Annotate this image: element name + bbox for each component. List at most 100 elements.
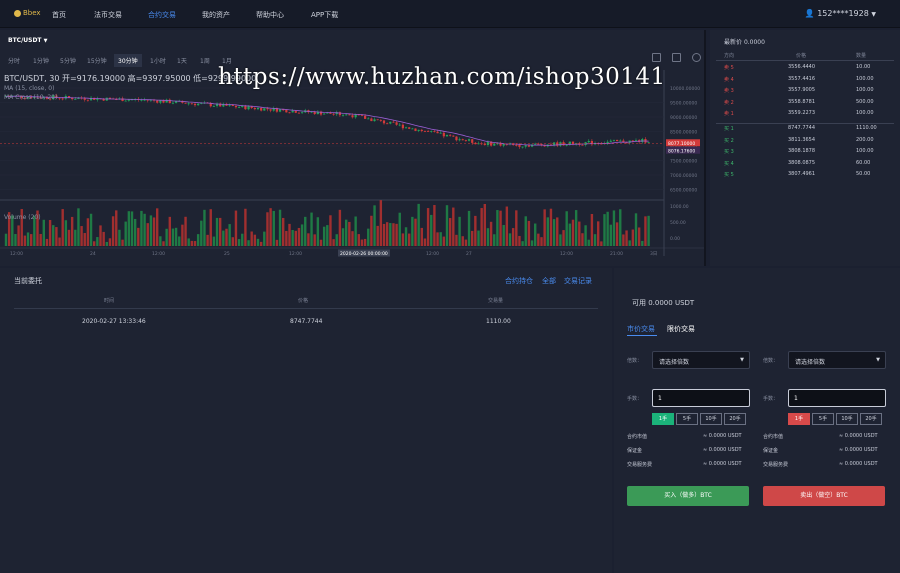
nav-item-home[interactable]: 首页	[52, 10, 66, 20]
candle	[83, 98, 86, 100]
sell-lot-1[interactable]: 1手	[788, 413, 810, 425]
chart-type-icon[interactable]	[672, 53, 681, 62]
timeframe-1d[interactable]: 1天	[177, 56, 187, 65]
bid-row[interactable]: 买 3 3808.1878 100.00	[710, 146, 900, 157]
link-all[interactable]: 全部	[542, 276, 556, 286]
link-trade-history[interactable]: 交易记录	[564, 276, 592, 286]
buy-long-button[interactable]: 买入（做多）BTC	[627, 486, 749, 506]
time-axis-label: 27	[466, 251, 472, 257]
bid-row[interactable]: 买 1 8747.7744 1110.00	[710, 123, 900, 134]
bid-row[interactable]: 买 2 3811.3654 200.00	[710, 135, 900, 146]
volume-bar	[423, 238, 427, 246]
volume-bar	[316, 217, 320, 246]
candle	[439, 132, 442, 134]
buy-multiple-select[interactable]: 请选择倍数 ▼	[652, 351, 750, 369]
volume-bar	[89, 213, 93, 246]
bid-row[interactable]: 买 5 3807.4961 50.00	[710, 169, 900, 180]
nav-item-help-center[interactable]: 帮助中心	[256, 10, 284, 20]
user-icon: 👤	[804, 9, 815, 18]
sell-lot-10[interactable]: 10手	[836, 413, 858, 425]
sell-short-button[interactable]: 卖出（做空）BTC	[763, 486, 885, 506]
volume-bar	[326, 225, 329, 246]
sell-multiple-select[interactable]: 请选择倍数 ▼	[788, 351, 886, 369]
volume-bar	[165, 228, 168, 246]
candle	[430, 131, 433, 132]
buy-margin-label: 保证金	[627, 448, 643, 454]
ask-row[interactable]: 卖 5 3556.4440 10.00	[710, 62, 900, 73]
candle	[411, 128, 414, 130]
timeframe-1m[interactable]: 1分钟	[33, 56, 49, 65]
ask-row[interactable]: 卖 1 3559.2273 100.00	[710, 108, 900, 119]
volume-bar	[266, 212, 269, 246]
buy-lot-10[interactable]: 10手	[700, 413, 722, 425]
volume-bar	[244, 208, 247, 246]
volume-bar	[619, 209, 622, 246]
sell-lot-5[interactable]: 5手	[812, 413, 834, 425]
volume-bar	[370, 215, 373, 246]
nav-item-contract-trade[interactable]: 合约交易	[148, 10, 176, 20]
buy-qty-input[interactable]: 1	[652, 389, 750, 407]
candle	[253, 107, 256, 110]
volume-bar	[530, 240, 534, 246]
logo[interactable]: Bbex	[14, 9, 41, 17]
candle	[379, 119, 382, 121]
volume-bar	[382, 223, 386, 246]
volume-bar	[234, 210, 238, 246]
timeframe-line[interactable]: 分时	[8, 56, 20, 65]
volume-bar	[483, 203, 486, 246]
sell-qty-input[interactable]: 1	[788, 389, 886, 407]
settings-gear-icon[interactable]	[692, 53, 701, 62]
buy-lot-5[interactable]: 5手	[676, 413, 698, 425]
ask-row[interactable]: 卖 3 3557.9005 100.00	[710, 85, 900, 96]
volume-bar	[480, 208, 483, 246]
volume-bar	[77, 208, 80, 246]
volume-bar	[86, 218, 90, 246]
buy-lot-20[interactable]: 20手	[724, 413, 746, 425]
volume-bar	[524, 216, 527, 246]
tab-limit-order[interactable]: 限价交易	[667, 324, 695, 334]
volume-bar	[458, 216, 461, 246]
nav-item-fiat-trade[interactable]: 法币交易	[94, 10, 122, 20]
ask-price: 3557.4416	[788, 75, 816, 82]
volume-bar	[357, 234, 360, 246]
bid-price: 3808.0875	[788, 159, 816, 166]
candle	[61, 98, 64, 100]
volume-bar	[335, 234, 338, 246]
timeframe-5m[interactable]: 5分钟	[60, 56, 76, 65]
ask-row[interactable]: 卖 2 3558.8781 500.00	[710, 97, 900, 108]
buy-lot-1[interactable]: 1手	[652, 413, 674, 425]
legend-ma-cross: MA Cross (10, 20)	[4, 94, 58, 101]
candle	[360, 115, 364, 117]
time-axis-label: 12:00	[289, 251, 302, 257]
timeframe-1h[interactable]: 1小时	[150, 56, 166, 65]
orders-header-price: 价格	[298, 298, 309, 304]
volume-bar	[124, 221, 127, 246]
link-positions[interactable]: 合约持仓	[505, 276, 533, 286]
candle	[364, 115, 367, 119]
volume-bar	[70, 216, 74, 246]
candle	[162, 100, 165, 103]
candle	[420, 129, 423, 131]
ask-qty: 10.00	[856, 64, 871, 70]
sell-lot-20[interactable]: 20手	[860, 413, 882, 425]
volume-bar	[288, 223, 291, 246]
timeframe-15m[interactable]: 15分钟	[87, 56, 107, 65]
nav-item-my-assets[interactable]: 我的资产	[202, 10, 230, 20]
timeframe-1w[interactable]: 1周	[200, 56, 210, 65]
pair-selector[interactable]: BTC/USDT ▼	[8, 37, 47, 44]
candlestick-chart[interactable]: 10000.00000 9500.00000 9000.00000 8500.0000…	[0, 70, 704, 266]
fullscreen-icon[interactable]	[652, 53, 661, 62]
user-menu[interactable]: 👤 152****1928 ▼	[805, 9, 876, 18]
nav-item-app-download[interactable]: APP下载	[311, 10, 338, 20]
tab-market-order[interactable]: 市价交易	[627, 324, 655, 334]
bid-row[interactable]: 买 4 3808.0875 60.00	[710, 158, 900, 169]
volume-bar	[285, 230, 288, 246]
ob-header-qty: 数量	[856, 53, 867, 59]
volume-bar	[376, 225, 379, 246]
volume-bar	[304, 216, 307, 246]
ask-row[interactable]: 卖 4 3557.4416 100.00	[710, 74, 900, 85]
volume-bar	[159, 236, 162, 246]
timeframe-30m[interactable]: 30分钟	[114, 54, 142, 67]
candle	[471, 139, 474, 143]
candle	[247, 106, 250, 110]
